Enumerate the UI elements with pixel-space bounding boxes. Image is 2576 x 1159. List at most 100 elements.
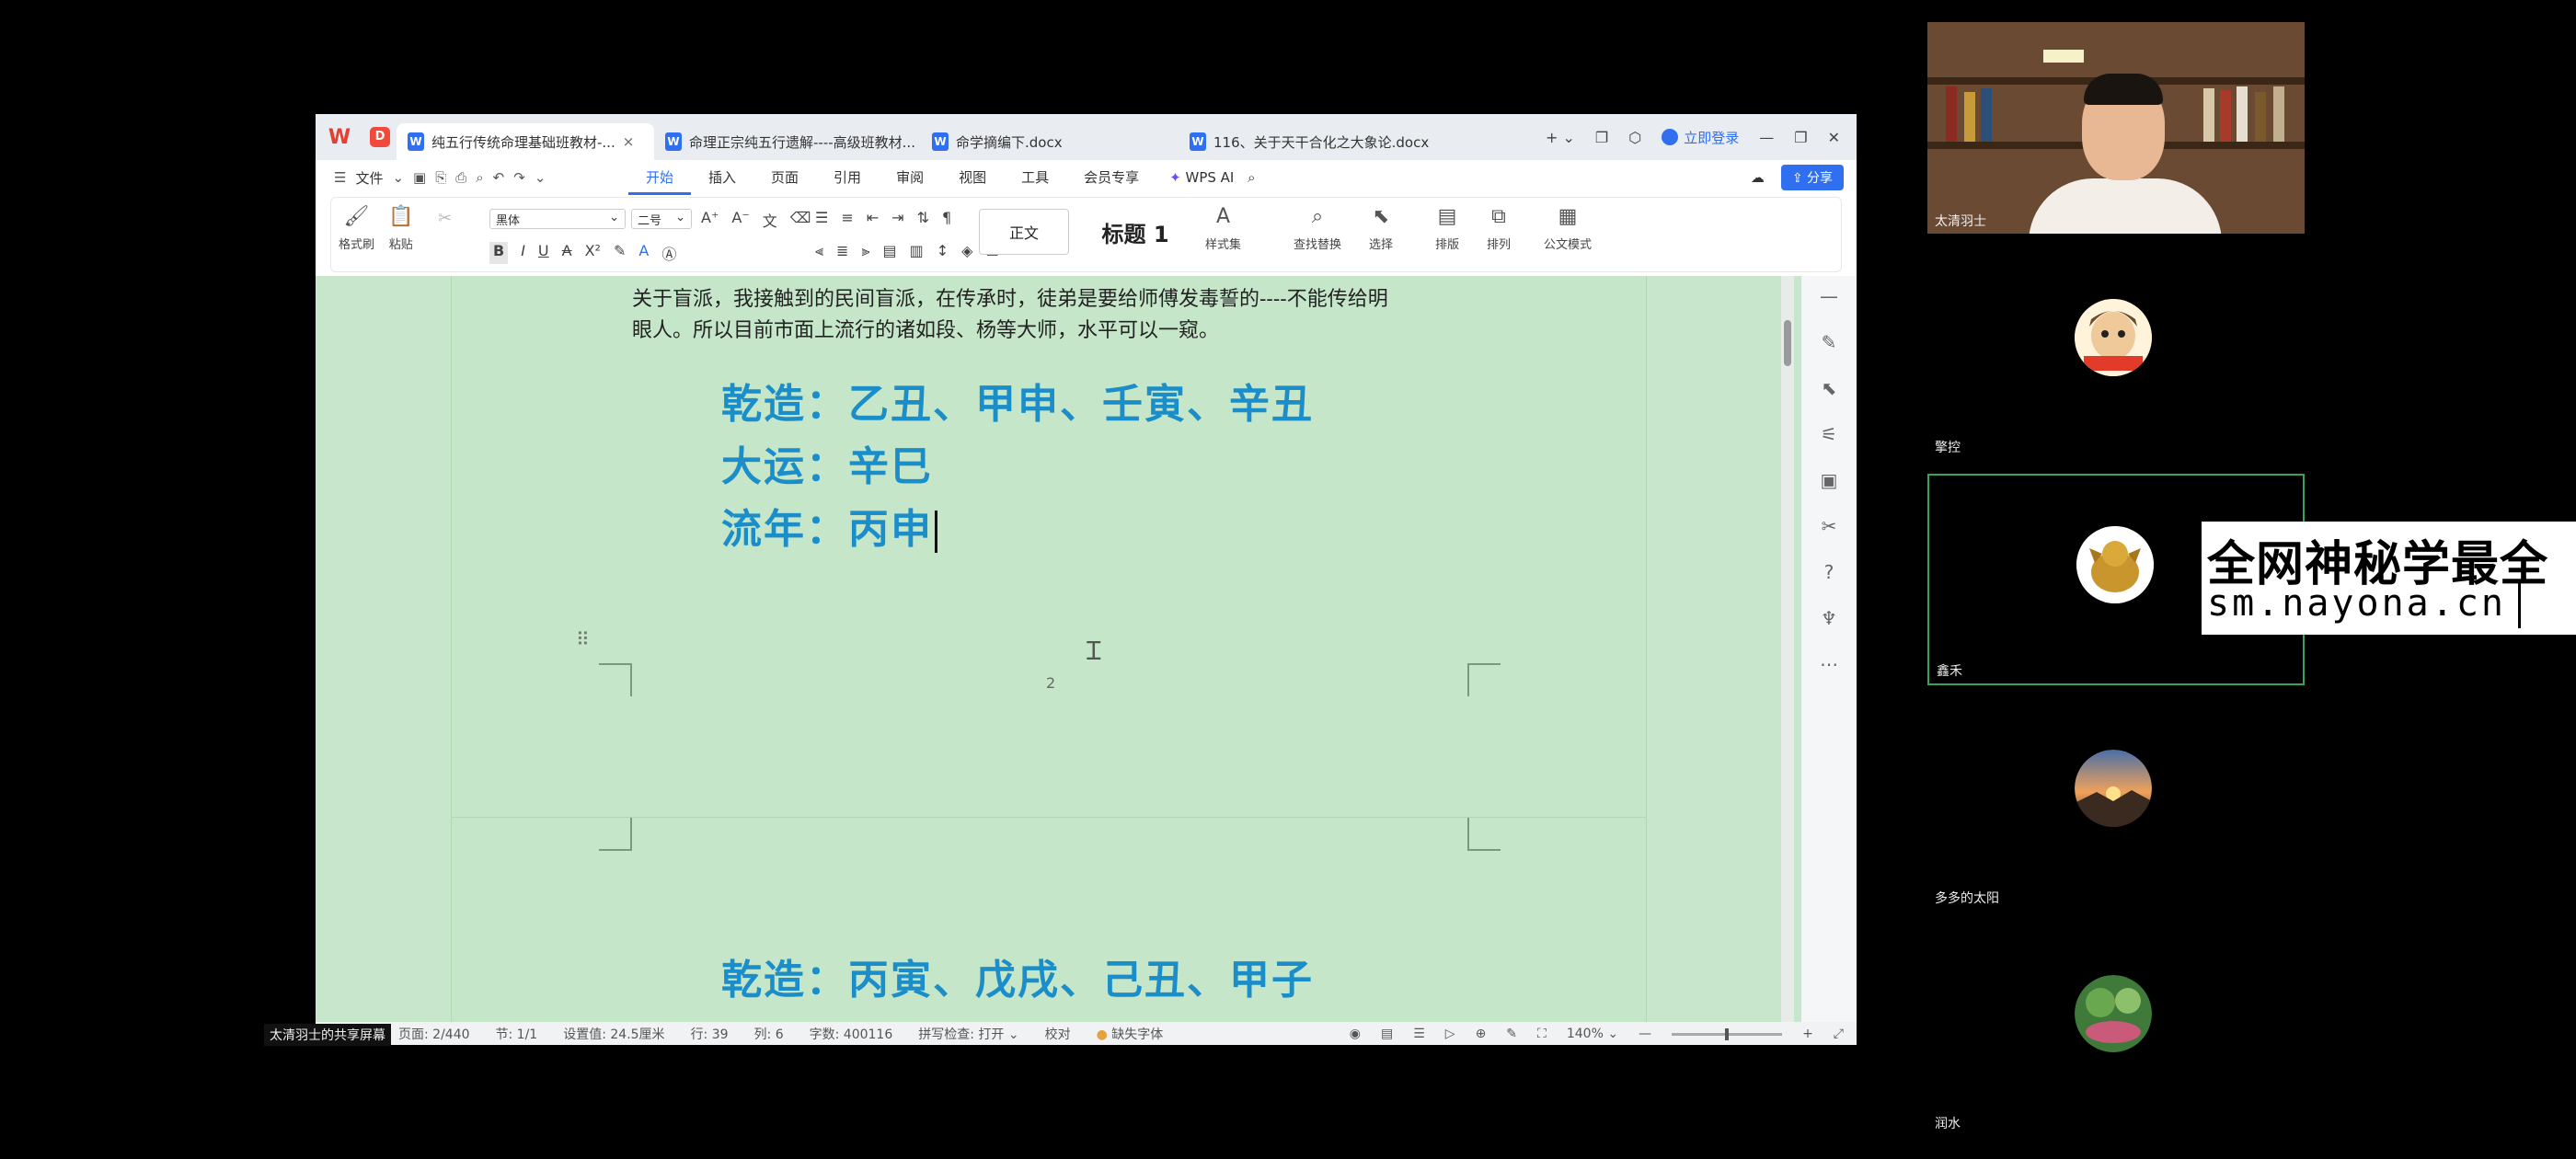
drag-handle-icon[interactable]: ⠿: [576, 628, 590, 650]
font-size-select[interactable]: 二号 ⌄: [631, 209, 692, 229]
redo-icon[interactable]: ↷: [513, 169, 525, 186]
undo-icon[interactable]: ↶: [493, 169, 505, 186]
doc-tab-1[interactable]: W 纯五行传统命理基础班教材-... ×: [397, 123, 654, 160]
paste-button[interactable]: 📋 粘贴: [388, 205, 413, 252]
cut-icon[interactable]: ✂: [438, 209, 452, 233]
tab-home[interactable]: 开始: [628, 160, 692, 195]
show-marks-icon[interactable]: ¶: [942, 209, 951, 226]
docer-logo-icon[interactable]: D: [363, 114, 397, 160]
search-icon[interactable]: ⌕: [1248, 169, 1255, 186]
cube-icon[interactable]: ⬡: [1628, 129, 1641, 146]
document-page[interactable]: 关于盲派，我接触到的民间盲派，在传承时，徒弟是要给师傅发毒誓的----不能传给明…: [451, 276, 1647, 828]
doc-tab-4[interactable]: W 116、关于天干合化之大象论.docx: [1179, 123, 1445, 160]
align-left-icon[interactable]: ⫷: [815, 242, 823, 260]
align-center-icon[interactable]: ≣: [836, 242, 848, 260]
tab-member[interactable]: 会员专享: [1066, 160, 1156, 195]
participant-tile[interactable]: 擎控: [1927, 248, 2305, 460]
new-tab-icon[interactable]: + ⌄: [1546, 129, 1575, 146]
style-heading-1[interactable]: 标题 1: [1076, 209, 1194, 255]
tab-view[interactable]: 视图: [941, 160, 1004, 195]
host-video-tile[interactable]: 太清羽士: [1927, 22, 2305, 234]
tab-review[interactable]: 审阅: [879, 160, 941, 195]
help-icon[interactable]: ?: [1824, 561, 1834, 583]
zoom-slider[interactable]: [1672, 1027, 1783, 1040]
vertical-scrollbar[interactable]: [1781, 276, 1794, 1030]
file-menu[interactable]: 文件: [355, 168, 383, 188]
select-button[interactable]: ⬉ 选择: [1369, 205, 1393, 252]
tab-list-icon[interactable]: ❐: [1595, 129, 1608, 146]
chevron-down-icon[interactable]: ⌄: [392, 169, 404, 186]
close-window-icon[interactable]: ✕: [1828, 129, 1840, 146]
more-chevron-icon[interactable]: ⌄: [535, 169, 546, 186]
document-page[interactable]: 乾造：丙寅、戊戌、己丑、甲子: [451, 817, 1647, 1030]
grow-font-icon[interactable]: A⁺: [701, 209, 719, 231]
official-mode-button[interactable]: ▦ 公文模式: [1544, 205, 1592, 252]
scrollbar-thumb[interactable]: [1784, 320, 1791, 366]
restore-icon[interactable]: ❐: [1794, 129, 1807, 146]
superscript-icon[interactable]: X²: [585, 242, 601, 264]
indent-icon[interactable]: ⇥: [891, 209, 903, 226]
shading-icon[interactable]: ◈: [961, 242, 972, 260]
pointer-icon[interactable]: ⬉: [1822, 377, 1837, 399]
bold-icon[interactable]: B: [489, 242, 509, 264]
strikethrough-icon[interactable]: A: [562, 242, 572, 264]
status-proof[interactable]: 校对: [1045, 1025, 1071, 1043]
highlight-icon[interactable]: ✎: [614, 242, 626, 264]
close-icon[interactable]: ×: [623, 133, 635, 150]
export-icon[interactable]: ⎘: [435, 169, 446, 186]
preview-icon[interactable]: ⌕: [476, 169, 483, 186]
more-icon[interactable]: ⋯: [1820, 653, 1838, 675]
minimize-icon[interactable]: —: [1759, 129, 1774, 146]
pen-view-icon[interactable]: ✎: [1506, 1027, 1517, 1041]
cloud-icon[interactable]: ☁: [1751, 169, 1765, 186]
italic-icon[interactable]: I: [521, 242, 525, 264]
phonetic-icon[interactable]: 文: [763, 209, 777, 231]
eye-icon[interactable]: ◉: [1350, 1027, 1361, 1041]
clear-format-icon[interactable]: ⌫: [790, 209, 811, 231]
distribute-icon[interactable]: ▥: [910, 242, 924, 260]
fit-icon[interactable]: ⛶: [1537, 1027, 1547, 1041]
pen-icon[interactable]: ✎: [1822, 331, 1837, 353]
participant-tile[interactable]: 多多的太阳: [1927, 699, 2305, 911]
adjust-icon[interactable]: ⚟: [1821, 423, 1837, 445]
sort-icon[interactable]: ⇅: [917, 209, 929, 226]
save-icon[interactable]: ▣: [413, 169, 426, 186]
tab-tools[interactable]: 工具: [1004, 160, 1066, 195]
char-shading-icon[interactable]: Ⓐ: [661, 242, 676, 264]
tab-references[interactable]: 引用: [816, 160, 879, 195]
document-canvas[interactable]: 关于盲派，我接触到的民间盲派，在传承时，徒弟是要给师傅发毒誓的----不能传给明…: [316, 276, 1857, 1030]
collapse-icon[interactable]: —: [1820, 285, 1838, 307]
status-spell[interactable]: 拼写检查: 打开 ⌄: [918, 1025, 1018, 1043]
zoom-out-icon[interactable]: —: [1639, 1027, 1651, 1041]
web-view-icon[interactable]: ⊕: [1476, 1027, 1487, 1041]
hamburger-icon[interactable]: ☰: [334, 169, 346, 186]
share-button[interactable]: ⇪ 分享: [1780, 165, 1844, 190]
style-set-button[interactable]: A 样式集: [1205, 205, 1241, 252]
zoom-in-icon[interactable]: +: [1802, 1027, 1813, 1041]
line-spacing-icon[interactable]: ↕: [937, 242, 949, 260]
justify-icon[interactable]: ▤: [882, 242, 896, 260]
doc-tab-3[interactable]: W 命学摘编下.docx: [921, 123, 1179, 160]
login-button[interactable]: 立即登录: [1662, 128, 1739, 147]
doc-tab-2[interactable]: W 命理正宗纯五行遗解----高级班教材...: [654, 123, 921, 160]
font-name-select[interactable]: 黑体 ⌄: [489, 209, 626, 229]
tab-page[interactable]: 页面: [753, 160, 816, 195]
tools-icon[interactable]: ✂: [1822, 515, 1837, 537]
shrink-font-icon[interactable]: A⁻: [731, 209, 749, 231]
align-right-icon[interactable]: ⫸: [861, 242, 869, 260]
numbering-icon[interactable]: ≡: [841, 209, 853, 226]
format-painter-button[interactable]: 🖌 格式刷: [339, 205, 374, 252]
outdent-icon[interactable]: ⇤: [867, 209, 879, 226]
fullscreen-icon[interactable]: ⤢: [1834, 1027, 1844, 1041]
style-normal[interactable]: 正文: [979, 209, 1069, 255]
wps-logo-icon[interactable]: W: [316, 114, 363, 160]
tab-insert[interactable]: 插入: [691, 160, 753, 195]
find-replace-button[interactable]: ⌕ 查找替换: [1294, 205, 1341, 252]
page-view-icon[interactable]: ▤: [1381, 1027, 1393, 1041]
arrange-button[interactable]: ⧉ 排列: [1487, 205, 1511, 252]
play-icon[interactable]: ▷: [1445, 1027, 1455, 1041]
typeset-button[interactable]: ▤ 排版: [1435, 205, 1459, 252]
status-page[interactable]: 页面: 2/440: [398, 1025, 470, 1043]
bullets-icon[interactable]: ☰: [815, 209, 828, 226]
print-icon[interactable]: ⎙: [455, 169, 466, 186]
